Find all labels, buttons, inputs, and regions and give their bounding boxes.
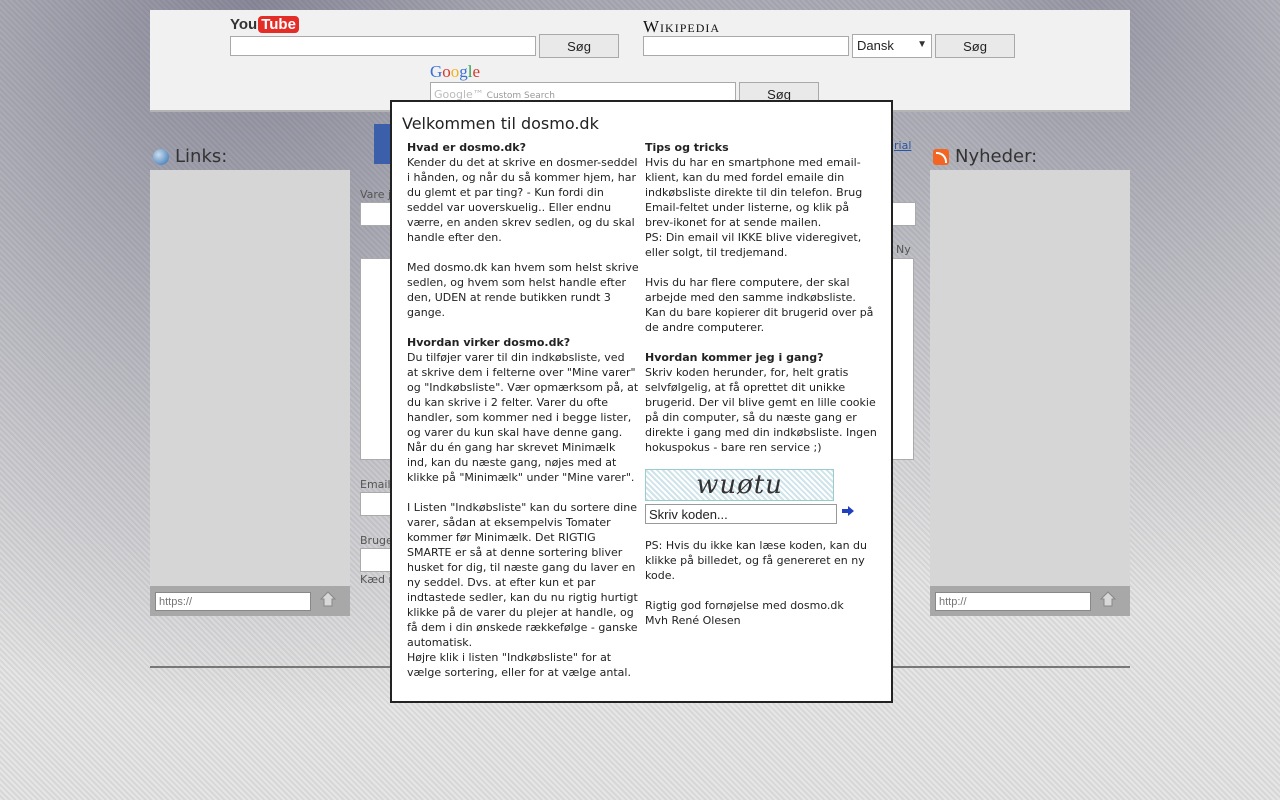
dialog-right-footer: PS: Hvis du ikke kan læse koden, kan du … — [645, 538, 877, 628]
captcha-hint-text: PS: Hvis du ikke kan læse koden, kan du … — [645, 539, 868, 582]
youtube-search-input[interactable] — [230, 36, 536, 56]
search-bar-area: You Tube Søg Wikipedia Dansk ▼ Søg Google… — [150, 10, 1130, 112]
tutorial-link[interactable]: rial — [894, 139, 911, 152]
news-title: Nyheder: — [955, 146, 1038, 167]
privacy-text: PS: Din email vil IKKE blive videregivet… — [645, 231, 862, 259]
google-logo-letter: g — [459, 62, 468, 81]
multi-computer-text: Hvis du har flere computere, der skal ar… — [645, 276, 874, 334]
chevron-down-icon: ▼ — [917, 39, 927, 50]
intro-text: Kender du det at skrive en dosmer-seddel… — [407, 156, 638, 244]
items-label: Vare j — [360, 188, 392, 201]
closing-text: Rigtig god fornøjelse med dosmo.dk — [645, 599, 844, 612]
globe-icon — [153, 148, 169, 165]
dialog-title: Velkommen til dosmo.dk — [402, 114, 599, 133]
wikipedia-language-value: Dansk — [857, 38, 894, 53]
captcha-image[interactable]: wuøtu — [645, 469, 834, 501]
captcha-code-input[interactable] — [645, 504, 837, 524]
get-started-text: Skriv koden herunder, for, helt gratis s… — [645, 366, 877, 454]
google-logo-letter: G — [430, 62, 443, 81]
home-icon[interactable] — [320, 591, 336, 607]
google-logo-letter: o — [442, 62, 451, 81]
dialog-left-column: Hvad er dosmo.dk? Kender du det at skriv… — [407, 140, 639, 695]
links-footer — [150, 586, 350, 616]
google-logo: Google — [430, 62, 480, 82]
intro-text-2: Med dosmo.dk kan hvem som helst skrive s… — [407, 261, 639, 319]
heading-how-it-works: Hvordan virker dosmo.dk? — [407, 336, 571, 349]
heading-what-is: Hvad er dosmo.dk? — [407, 141, 526, 154]
news-header: Nyheder: — [933, 146, 1037, 167]
tips-text: Hvis du har en smartphone med email-klie… — [645, 156, 863, 229]
heading-tips: Tips og tricks — [645, 141, 729, 154]
wikipedia-search-button[interactable]: Søg — [935, 34, 1015, 58]
wikipedia-language-select[interactable]: Dansk ▼ — [852, 34, 932, 58]
user-label: Bruge — [360, 534, 393, 547]
home-icon[interactable] — [1100, 591, 1116, 607]
welcome-dialog: Velkommen til dosmo.dk Hvad er dosmo.dk?… — [390, 100, 893, 703]
submit-arrow-icon[interactable] — [842, 506, 854, 516]
google-logo-letter: o — [450, 62, 460, 81]
new-label: Ny — [896, 243, 911, 256]
news-footer — [930, 586, 1130, 616]
dialog-right-column: Tips og tricks Hvis du har en smartphone… — [645, 140, 877, 470]
links-url-input[interactable] — [155, 592, 311, 611]
signature-text: Mvh René Olesen — [645, 614, 741, 627]
rss-icon — [933, 148, 949, 165]
links-panel — [150, 170, 350, 586]
wikipedia-logo: Wikipedia — [643, 17, 721, 36]
how-it-works-text: Du tilføjer varer til din indkøbsliste, … — [407, 351, 639, 484]
news-panel — [930, 170, 1130, 586]
news-url-input[interactable] — [935, 592, 1091, 611]
links-title: Links: — [175, 146, 228, 167]
youtube-search-button[interactable]: Søg — [539, 34, 619, 58]
sorting-text: I Listen "Indkøbsliste" kan du sortere d… — [407, 501, 638, 649]
youtube-logo-tube: Tube — [258, 16, 299, 33]
google-logo-letter: e — [472, 62, 481, 81]
wikipedia-search-input[interactable] — [643, 36, 849, 56]
heading-get-started: Hvordan kommer jeg i gang? — [645, 351, 824, 364]
youtube-logo: You Tube — [230, 16, 299, 33]
right-click-text: Højre klik i listen "Indkøbsliste" for a… — [407, 651, 631, 679]
youtube-logo-you: You — [230, 16, 258, 33]
links-header: Links: — [153, 146, 227, 167]
